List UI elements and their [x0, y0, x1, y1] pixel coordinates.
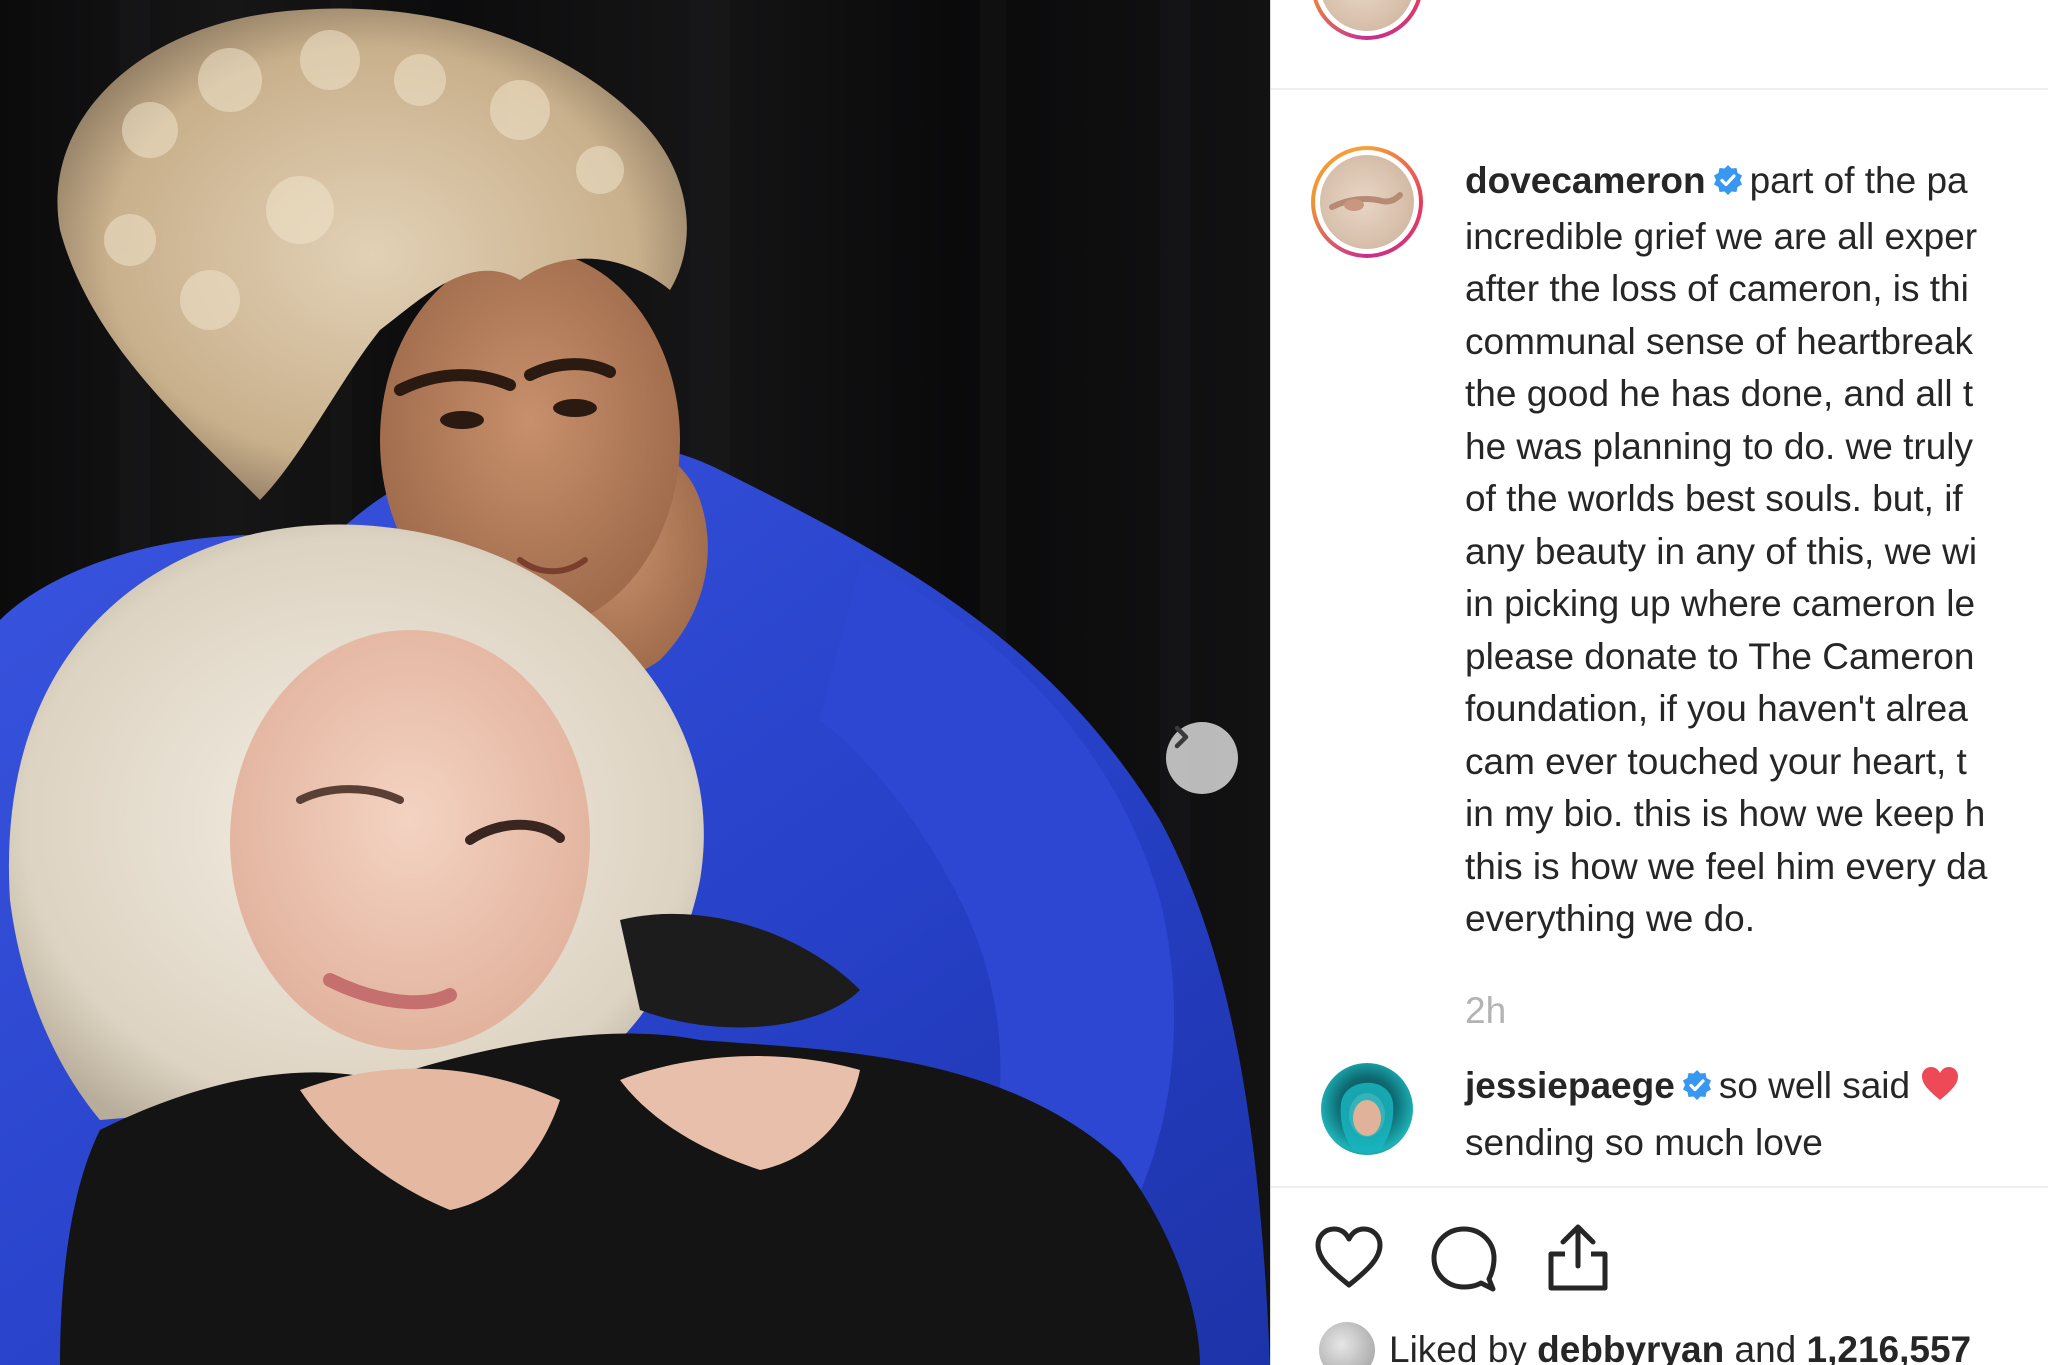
caption-line: everything we do. [1465, 898, 1756, 939]
caption-line: cam ever touched your heart, t [1465, 740, 1967, 782]
post-photo[interactable] [0, 0, 1270, 1365]
share-icon[interactable] [1543, 1222, 1613, 1294]
verified-badge-icon [1712, 158, 1744, 211]
header-avatar[interactable] [1311, 0, 1423, 40]
comment-line: sending so much love [1465, 1121, 1823, 1163]
likes-connector: and [1734, 1329, 1797, 1365]
comment-avatar[interactable] [1321, 1063, 1413, 1155]
action-bar [1313, 1222, 1613, 1294]
caption-line: any beauty in any of this, we wi [1465, 530, 1978, 572]
photo-illustration [0, 0, 1270, 1365]
red-heart-emoji-icon [1920, 1064, 1960, 1117]
comment: jessiepaege so well said sending so much … [1465, 1060, 1960, 1169]
liker-username[interactable]: debbyryan [1537, 1329, 1724, 1365]
likes-count[interactable]: 1,216,557 [1807, 1329, 1972, 1365]
verified-badge-icon [1681, 1063, 1713, 1116]
liker-avatar[interactable] [1319, 1322, 1375, 1365]
caption-line: foundation, if you haven't alrea [1465, 688, 1968, 729]
heart-icon[interactable] [1313, 1225, 1385, 1291]
post-caption: dovecameron part of the pa incredible gri… [1465, 155, 2048, 946]
caption-line: in my bio. this is how we keep h [1465, 793, 1986, 834]
likes-prefix: Liked by [1389, 1329, 1527, 1365]
caption-avatar[interactable] [1311, 146, 1423, 258]
caption-line: the good he has done, and all t [1465, 373, 1974, 414]
caption-line: dovecameron part of the pa [1465, 155, 2048, 211]
caption-line: please donate to The Cameron [1465, 635, 1975, 677]
post-side-panel: dovecameron part of the pa incredible gri… [1270, 0, 2048, 1365]
caption-line: of the worlds best souls. but, if [1465, 478, 1963, 519]
comment-text: so well said [1718, 1065, 1911, 1106]
post-timestamp[interactable]: 2h [1465, 990, 1506, 1032]
caption-line: incredible grief we are all exper [1465, 215, 1978, 257]
comment-bubble-icon[interactable] [1429, 1223, 1499, 1293]
caption-line: communal sense of heartbreak [1465, 320, 1973, 362]
header-divider [1271, 88, 2048, 90]
caption-line: after the loss of cameron, is thi [1465, 268, 1969, 309]
caption-text: part of the pa [1749, 160, 1968, 201]
caption-username[interactable]: dovecameron [1465, 160, 1706, 201]
carousel-next-button[interactable] [1166, 722, 1238, 794]
caption-line: he was planning to do. we truly [1465, 425, 1974, 467]
actions-divider [1271, 1186, 2048, 1188]
caption-line: this is how we feel him every da [1465, 845, 1988, 887]
comment-username[interactable]: jessiepaege [1465, 1065, 1675, 1106]
comment-line: jessiepaege so well said [1465, 1060, 1960, 1117]
likes-summary: Liked by debbyryan and 1,216,557 [1319, 1322, 1971, 1365]
caption-line: in picking up where cameron le [1465, 583, 1976, 624]
